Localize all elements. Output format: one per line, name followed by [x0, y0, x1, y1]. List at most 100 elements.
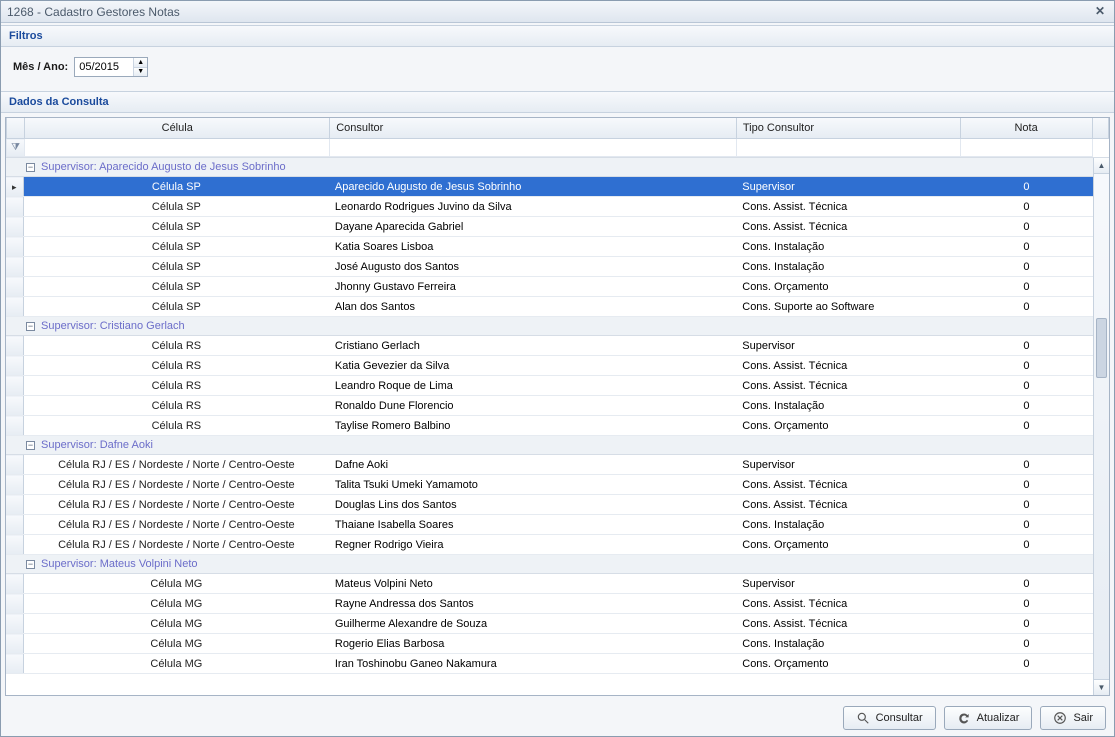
table-row[interactable]: Célula RSRonaldo Dune FlorencioCons. Ins… — [6, 396, 1109, 416]
row-indicator — [6, 455, 23, 475]
grid-body[interactable]: −Supervisor: Aparecido Augusto de Jesus … — [6, 157, 1109, 695]
cell-nota[interactable]: 0 — [960, 237, 1092, 257]
filter-cell-nota[interactable] — [960, 139, 1092, 157]
filter-cell-consultor[interactable] — [330, 139, 737, 157]
cell-nota[interactable]: 0 — [960, 396, 1092, 416]
cell-nota[interactable]: 0 — [960, 177, 1092, 197]
cell-nota[interactable]: 0 — [960, 654, 1092, 674]
close-icon[interactable]: ✕ — [1092, 4, 1108, 20]
table-row[interactable]: Célula SPKatia Soares LisboaCons. Instal… — [6, 237, 1109, 257]
table-row[interactable]: Célula MGMateus Volpini NetoSupervisor0 — [6, 574, 1109, 594]
cell-tipo: Cons. Assist. Técnica — [736, 495, 960, 515]
cell-nota[interactable]: 0 — [960, 277, 1092, 297]
month-year-spinner[interactable]: ▲ ▼ — [74, 57, 148, 77]
cell-tipo: Cons. Instalação — [736, 257, 960, 277]
cell-consultor: Taylise Romero Balbino — [329, 416, 736, 436]
table-row[interactable]: Célula SPDayane Aparecida GabrielCons. A… — [6, 217, 1109, 237]
group-row[interactable]: −Supervisor: Mateus Volpini Neto — [6, 555, 1109, 574]
month-year-input[interactable] — [75, 58, 133, 76]
cell-nota[interactable]: 0 — [960, 495, 1092, 515]
cell-celula: Célula RJ / ES / Nordeste / Norte / Cent… — [23, 535, 329, 555]
filters-section-header: Filtros — [1, 25, 1114, 47]
table-row[interactable]: Célula SPJhonny Gustavo FerreiraCons. Or… — [6, 277, 1109, 297]
filter-cell-tipo[interactable] — [736, 139, 960, 157]
cell-tipo: Cons. Instalação — [736, 515, 960, 535]
update-button[interactable]: Atualizar — [944, 706, 1033, 730]
cell-nota[interactable]: 0 — [960, 515, 1092, 535]
collapse-icon[interactable]: − — [26, 163, 35, 172]
row-indicator — [6, 535, 23, 555]
cell-nota[interactable]: 0 — [960, 475, 1092, 495]
cell-nota[interactable]: 0 — [960, 376, 1092, 396]
month-year-label: Mês / Ano: — [13, 61, 68, 73]
vertical-scrollbar[interactable]: ▲ ▼ — [1093, 158, 1109, 695]
table-row[interactable]: Célula RJ / ES / Nordeste / Norte / Cent… — [6, 475, 1109, 495]
filter-cell-celula[interactable] — [25, 139, 330, 157]
exit-button[interactable]: Sair — [1040, 706, 1106, 730]
cell-nota[interactable]: 0 — [960, 535, 1092, 555]
cell-celula: Célula SP — [23, 257, 329, 277]
cell-celula: Célula MG — [23, 614, 329, 634]
cell-nota[interactable]: 0 — [960, 257, 1092, 277]
cell-tipo: Cons. Orçamento — [736, 416, 960, 436]
col-header-nota[interactable]: Nota — [960, 118, 1092, 139]
cell-consultor: Katia Soares Lisboa — [329, 237, 736, 257]
spinner-down-icon[interactable]: ▼ — [134, 68, 147, 77]
cell-nota[interactable]: 0 — [960, 614, 1092, 634]
collapse-icon[interactable]: − — [26, 560, 35, 569]
collapse-icon[interactable]: − — [26, 441, 35, 450]
table-row[interactable]: Célula MGRayne Andressa dos SantosCons. … — [6, 594, 1109, 614]
table-row[interactable]: Célula RJ / ES / Nordeste / Norte / Cent… — [6, 515, 1109, 535]
cell-nota[interactable]: 0 — [960, 574, 1092, 594]
group-row[interactable]: −Supervisor: Dafne Aoki — [6, 436, 1109, 455]
cell-nota[interactable]: 0 — [960, 416, 1092, 436]
cell-nota[interactable]: 0 — [960, 634, 1092, 654]
col-header-consultor[interactable]: Consultor — [330, 118, 737, 139]
consult-button[interactable]: Consultar — [843, 706, 936, 730]
cell-tipo: Cons. Assist. Técnica — [736, 475, 960, 495]
cell-celula: Célula RJ / ES / Nordeste / Norte / Cent… — [23, 475, 329, 495]
table-row[interactable]: Célula SPAlan dos SantosCons. Suporte ao… — [6, 297, 1109, 317]
table-row[interactable]: Célula RSCristiano GerlachSupervisor0 — [6, 336, 1109, 356]
cell-nota[interactable]: 0 — [960, 217, 1092, 237]
cell-consultor: Ronaldo Dune Florencio — [329, 396, 736, 416]
group-row[interactable]: −Supervisor: Cristiano Gerlach — [6, 317, 1109, 336]
table-row[interactable]: Célula SPLeonardo Rodrigues Juvino da Si… — [6, 197, 1109, 217]
cell-consultor: Iran Toshinobu Ganeo Nakamura — [329, 654, 736, 674]
table-row[interactable]: Célula MGRogerio Elias BarbosaCons. Inst… — [6, 634, 1109, 654]
row-indicator — [6, 217, 23, 237]
row-indicator — [6, 277, 23, 297]
col-header-tipo[interactable]: Tipo Consultor — [736, 118, 960, 139]
table-row[interactable]: Célula RJ / ES / Nordeste / Norte / Cent… — [6, 455, 1109, 475]
table-row[interactable]: Célula RJ / ES / Nordeste / Norte / Cent… — [6, 495, 1109, 515]
scroll-up-icon[interactable]: ▲ — [1094, 158, 1109, 174]
table-row[interactable]: Célula SPJosé Augusto dos SantosCons. In… — [6, 257, 1109, 277]
col-header-celula[interactable]: Célula — [25, 118, 330, 139]
cell-nota[interactable]: 0 — [960, 197, 1092, 217]
cell-tipo: Cons. Assist. Técnica — [736, 197, 960, 217]
table-row[interactable]: Célula RSTaylise Romero BalbinoCons. Orç… — [6, 416, 1109, 436]
cell-nota[interactable]: 0 — [960, 356, 1092, 376]
cell-nota[interactable]: 0 — [960, 297, 1092, 317]
cell-nota[interactable]: 0 — [960, 336, 1092, 356]
table-row[interactable]: Célula RSKatia Gevezier da SilvaCons. As… — [6, 356, 1109, 376]
table-row[interactable]: Célula MGIran Toshinobu Ganeo NakamuraCo… — [6, 654, 1109, 674]
spinner-up-icon[interactable]: ▲ — [134, 58, 147, 68]
cell-nota[interactable]: 0 — [960, 594, 1092, 614]
table-row[interactable]: ▸Célula SPAparecido Augusto de Jesus Sob… — [6, 177, 1109, 197]
cell-consultor: Mateus Volpini Neto — [329, 574, 736, 594]
cell-celula: Célula RJ / ES / Nordeste / Norte / Cent… — [23, 495, 329, 515]
scroll-down-icon[interactable]: ▼ — [1094, 679, 1109, 695]
group-label: Supervisor: Aparecido Augusto de Jesus S… — [41, 161, 286, 173]
collapse-icon[interactable]: − — [26, 322, 35, 331]
table-row[interactable]: Célula RSLeandro Roque de LimaCons. Assi… — [6, 376, 1109, 396]
table-row[interactable]: Célula MGGuilherme Alexandre de SouzaCon… — [6, 614, 1109, 634]
table-row[interactable]: Célula RJ / ES / Nordeste / Norte / Cent… — [6, 535, 1109, 555]
cell-celula: Célula RS — [23, 356, 329, 376]
group-row[interactable]: −Supervisor: Aparecido Augusto de Jesus … — [6, 158, 1109, 177]
cell-consultor: Douglas Lins dos Santos — [329, 495, 736, 515]
cell-celula: Célula MG — [23, 634, 329, 654]
filter-icon[interactable]: ⧩ — [7, 139, 25, 157]
scroll-thumb[interactable] — [1096, 318, 1107, 378]
cell-nota[interactable]: 0 — [960, 455, 1092, 475]
